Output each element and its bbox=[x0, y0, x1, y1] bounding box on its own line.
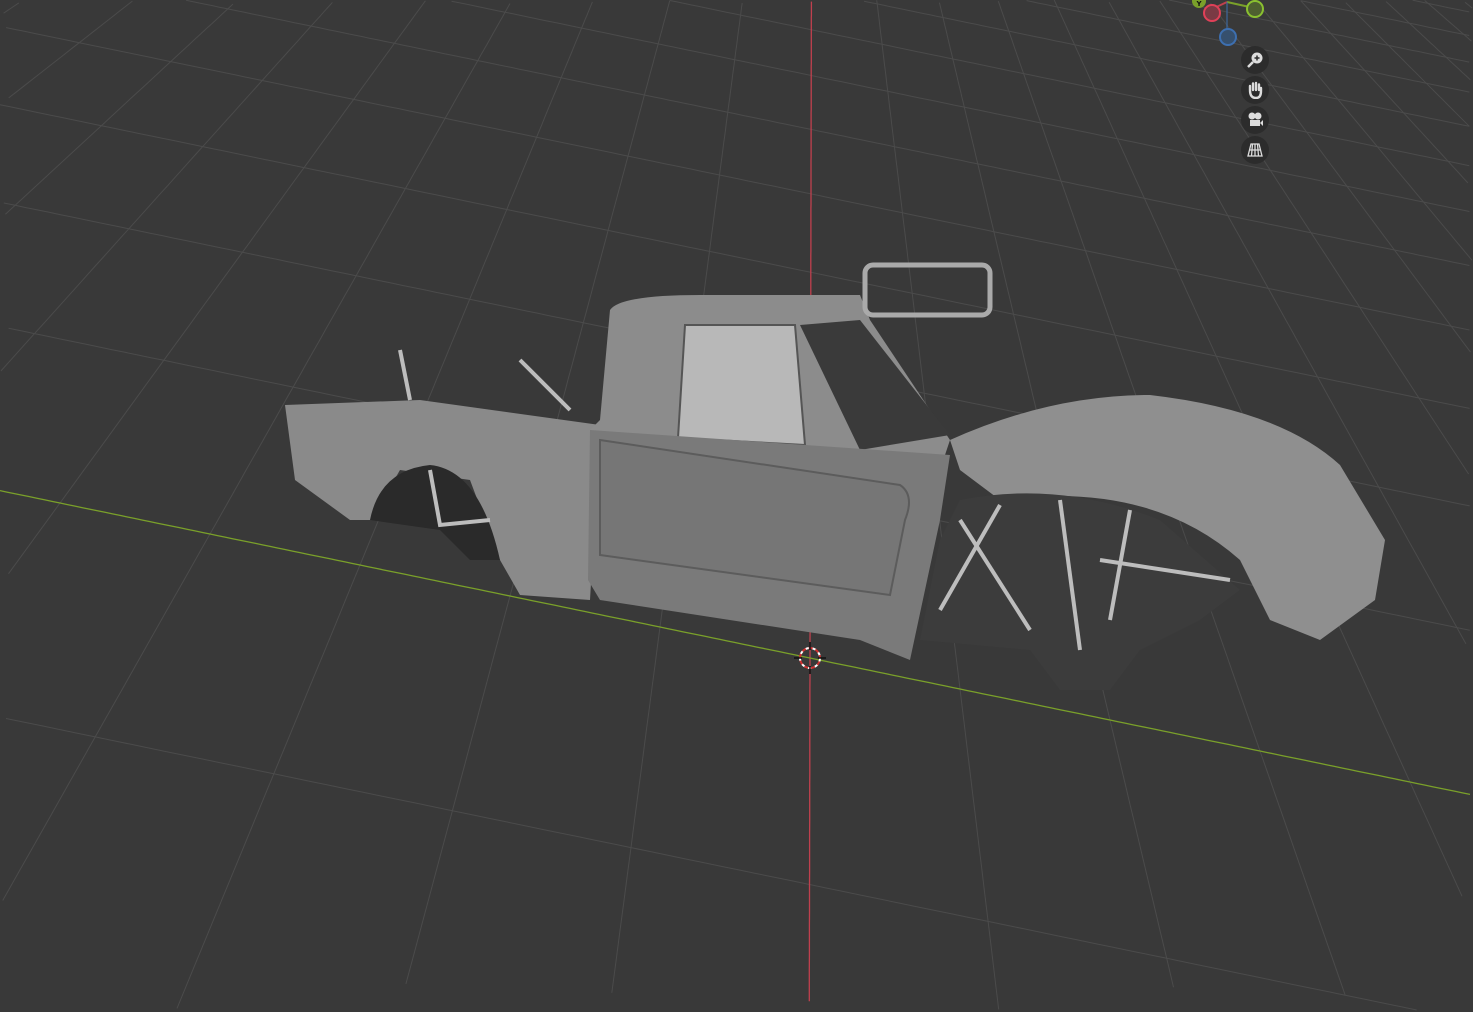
gizmo-neg-x-axis[interactable] bbox=[1203, 4, 1221, 22]
perspective-toggle-button[interactable] bbox=[1241, 136, 1269, 164]
pan-button[interactable] bbox=[1241, 76, 1269, 104]
window-net bbox=[676, 324, 807, 447]
3d-viewport[interactable]: Y bbox=[0, 0, 1473, 1012]
light-bar bbox=[862, 262, 993, 318]
grid-perspective-icon bbox=[1247, 143, 1263, 157]
gizmo-y-label: Y bbox=[1196, 0, 1202, 8]
camera-icon bbox=[1248, 112, 1263, 126]
3d-cursor[interactable] bbox=[794, 642, 826, 674]
zoom-button[interactable] bbox=[1241, 46, 1269, 74]
camera-view-button[interactable] bbox=[1241, 106, 1269, 134]
gizmo-neg-y-axis[interactable] bbox=[1246, 0, 1264, 18]
zoom-icon bbox=[1247, 52, 1263, 68]
hand-icon bbox=[1248, 81, 1263, 99]
gizmo-neg-z-axis[interactable] bbox=[1219, 28, 1237, 46]
